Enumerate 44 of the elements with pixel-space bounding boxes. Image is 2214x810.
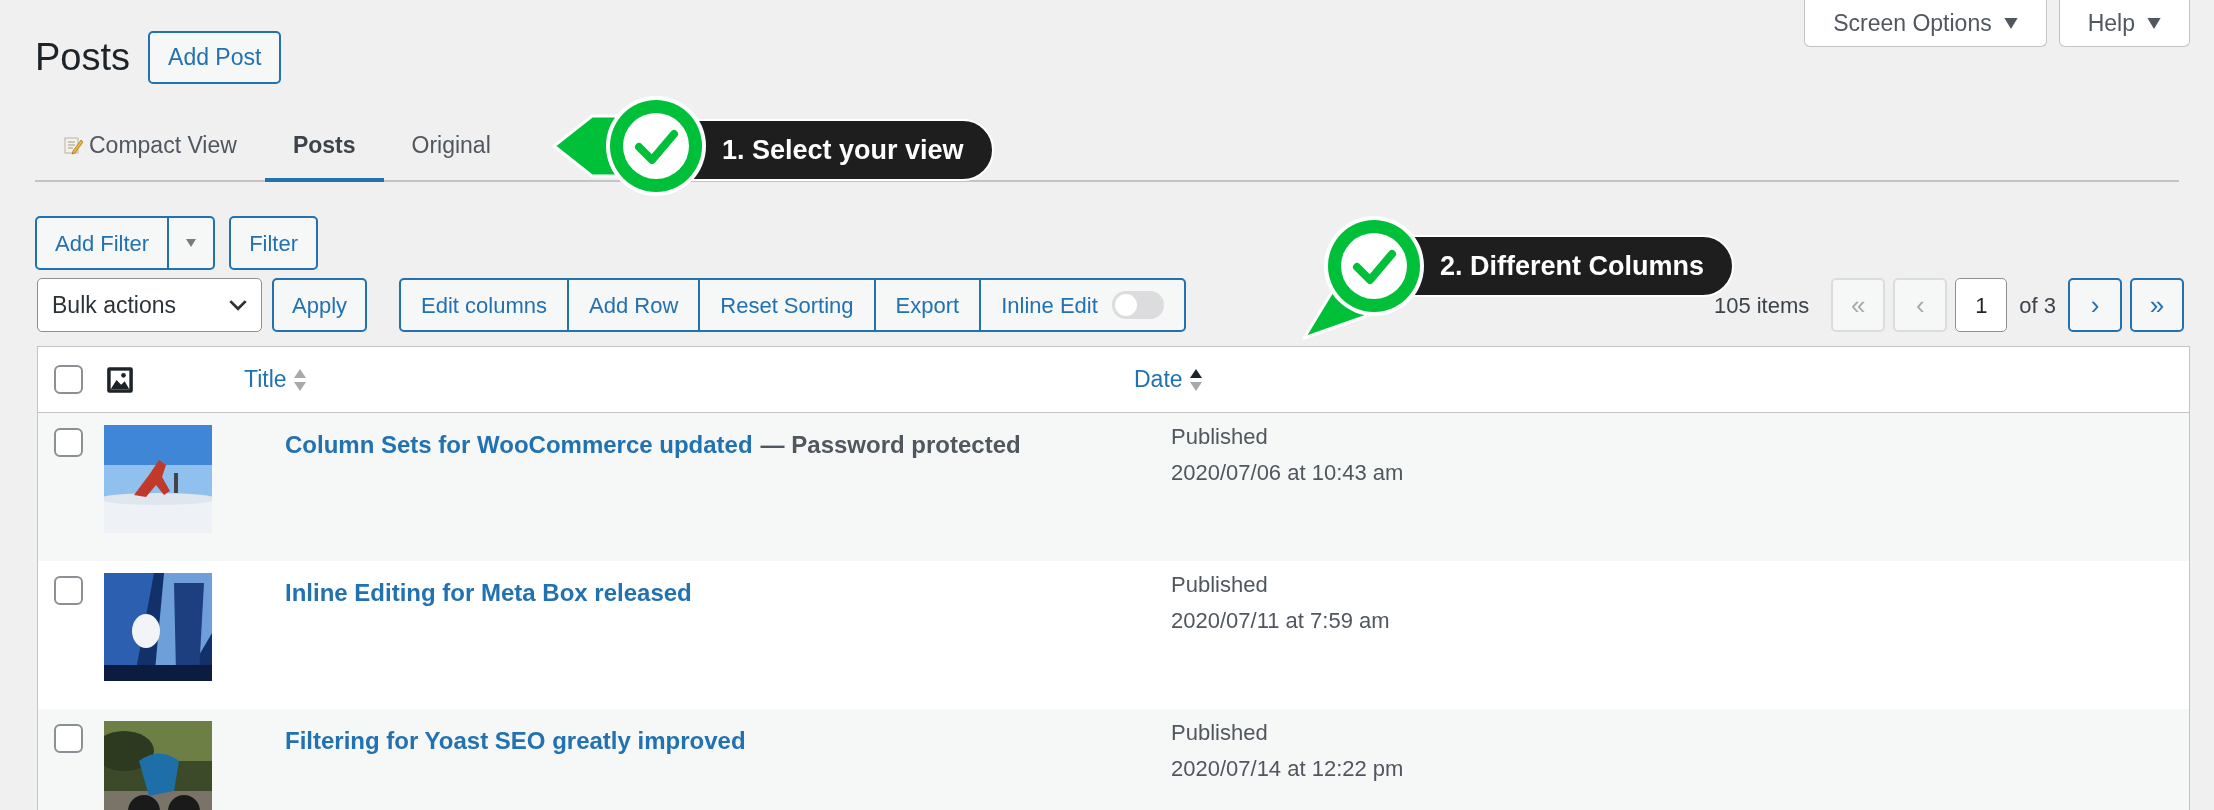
post-status: Published <box>1171 571 1269 599</box>
post-status: Published <box>1171 423 1269 451</box>
column-header-link[interactable]: Title <box>244 362 287 397</box>
post-title-link[interactable]: Inline Editing for Meta Box released <box>285 575 692 611</box>
view-tab[interactable]: Original <box>383 112 519 182</box>
caret-icon <box>2003 17 2018 29</box>
page-total: of 3 <box>2019 291 2056 320</box>
post-status: Published <box>1171 719 1269 747</box>
page-input[interactable]: 1 <box>1955 278 2008 332</box>
checkbox[interactable] <box>54 724 83 753</box>
toggle-switch[interactable] <box>1111 291 1164 319</box>
bulk-actions-select[interactable]: Bulk actions <box>37 278 262 332</box>
add-filter-label[interactable]: Add Filter <box>37 218 170 268</box>
view-tab[interactable]: Compact View <box>35 112 265 182</box>
view-tab[interactable]: Posts <box>264 112 384 182</box>
page-nav-button[interactable]: » <box>2130 278 2184 332</box>
checkbox[interactable] <box>54 365 83 394</box>
toolbar-button[interactable]: Add Row <box>567 280 699 330</box>
page-nav-button[interactable]: › <box>2068 278 2122 332</box>
header-button[interactable]: Screen Options <box>1804 0 2047 47</box>
header-button[interactable]: Help <box>2058 0 2190 47</box>
post-date: 2020/07/14 at 12:22 pm <box>1171 755 1404 783</box>
filter-button[interactable]: Filter <box>229 216 319 270</box>
post-date: 2020/07/06 at 10:43 am <box>1171 459 1404 487</box>
post-title-link[interactable]: Column Sets for WooCommerce updated <box>285 427 753 463</box>
checkbox[interactable] <box>54 428 83 457</box>
memo-icon <box>63 135 83 155</box>
toolbar-button[interactable]: Export <box>873 280 980 330</box>
inline-edit-toggle[interactable]: Inline Edit <box>979 280 1184 330</box>
caret-icon <box>2147 17 2161 29</box>
add-post-button[interactable]: Add Post <box>148 31 282 84</box>
apply-button[interactable]: Apply <box>272 278 368 332</box>
toolbar-button[interactable]: Edit columns <box>401 280 567 330</box>
checkbox[interactable] <box>54 576 83 605</box>
post-title-link[interactable]: Filtering for Yoast SEO greatly improved <box>285 723 746 759</box>
page-title: Posts <box>35 35 131 80</box>
add-filter-button[interactable]: Add Filter <box>35 216 216 270</box>
post-date: 2020/07/11 at 7:59 am <box>1171 607 1390 635</box>
image-icon <box>106 365 134 394</box>
column-header-link[interactable]: Date <box>1134 362 1183 397</box>
toolbar-button[interactable]: Reset Sorting <box>698 280 874 330</box>
chevron-down-icon <box>229 299 247 311</box>
post-state: — Password protected <box>760 430 1021 460</box>
caret-icon[interactable] <box>186 239 197 247</box>
